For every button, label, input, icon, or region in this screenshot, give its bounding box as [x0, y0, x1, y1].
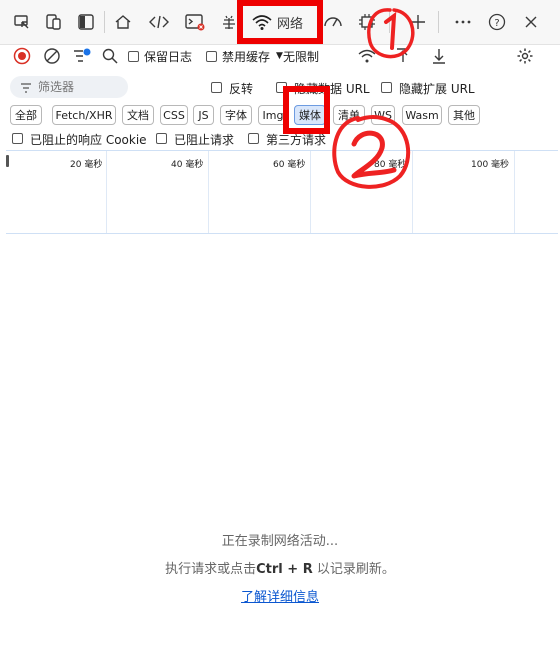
invert-checkbox[interactable]: [211, 82, 222, 93]
blocked-cookies-checkbox[interactable]: [12, 133, 23, 144]
record-stop-icon[interactable]: [10, 44, 34, 68]
preserve-log-label: 保留日志: [144, 49, 193, 64]
toolbar-divider: [104, 11, 105, 33]
type-font-button[interactable]: 字体: [220, 105, 252, 125]
close-icon[interactable]: [519, 10, 543, 34]
hint-prefix: 执行请求或点击: [165, 562, 257, 577]
inspect-element-icon[interactable]: [10, 10, 34, 34]
timeline-tick-label: 20 毫秒: [70, 160, 103, 170]
network-toolbar: 保留日志 禁用缓存 ▼ 无限制: [0, 45, 560, 67]
timeline-left-handle[interactable]: [6, 155, 9, 167]
device-emulation-icon[interactable]: [42, 10, 66, 34]
blocked-requests-label: 已阻止请求: [174, 133, 235, 147]
type-other-button[interactable]: 其他: [448, 105, 480, 125]
hide-extension-url-label: 隐藏扩展 URL: [399, 82, 475, 96]
filter-row: 反转 隐藏数据 URL 隐藏扩展 URL: [0, 74, 560, 102]
annotation-box-media-button: [283, 86, 330, 134]
invert-label: 反转: [229, 82, 254, 96]
elements-code-icon[interactable]: [147, 10, 171, 34]
timeline-tick-label: 40 毫秒: [171, 160, 204, 170]
hide-extension-url-checkbox[interactable]: [381, 82, 392, 93]
third-party-checkbox[interactable]: [248, 133, 259, 144]
throttle-select[interactable]: 无限制: [283, 48, 319, 65]
blocked-cookies-label: 已阻止的响应 Cookie: [30, 133, 147, 147]
welcome-home-icon[interactable]: [111, 10, 135, 34]
sidebar-toggle-icon[interactable]: [74, 10, 98, 34]
annotation-number-two: [332, 115, 410, 189]
filter-icon: [20, 82, 32, 96]
preserve-log-checkbox[interactable]: [128, 50, 139, 62]
timeline-tick-label: 100 毫秒: [471, 160, 510, 170]
disable-cache-label: 禁用缓存: [222, 49, 271, 64]
timeline-tick-label: 60 毫秒: [273, 160, 306, 170]
type-doc-button[interactable]: 文档: [122, 105, 154, 125]
disable-cache-checkbox[interactable]: [206, 50, 218, 62]
hint-suffix: 以记录刷新。: [316, 562, 395, 577]
blocked-filter-row: 已阻止的响应 Cookie 已阻止请求 第三方请求: [0, 130, 560, 148]
timeline-gridline: [208, 151, 209, 233]
annotation-box-network-tab: [237, 0, 323, 44]
learn-more-link[interactable]: 了解详细信息: [0, 586, 560, 605]
throttle-dropdown-icon: ▼: [276, 51, 283, 61]
export-har-icon[interactable]: [427, 44, 451, 68]
svg-text:?: ?: [494, 18, 499, 29]
help-icon[interactable]: ?: [485, 10, 509, 34]
blocked-requests-checkbox[interactable]: [156, 133, 167, 144]
recording-hint: 执行请求或点击Ctrl + R 以记录刷新。: [0, 558, 560, 577]
annotation-number-one: [367, 8, 415, 59]
toolbar-divider: [438, 11, 440, 33]
search-icon[interactable]: [98, 44, 122, 68]
type-fetch-xhr-button[interactable]: Fetch/XHR: [52, 105, 116, 125]
more-options-icon[interactable]: [451, 10, 475, 34]
console-icon[interactable]: [183, 10, 207, 34]
timeline-gridline: [106, 151, 107, 233]
type-all-button[interactable]: 全部: [10, 105, 42, 125]
timeline-gridline: [310, 151, 311, 233]
recording-status-text: 正在录制网络活动...: [221, 534, 339, 549]
filter-settings-icon[interactable]: [70, 44, 94, 68]
type-js-button[interactable]: JS: [193, 105, 214, 125]
resource-type-filter: 全部 Fetch/XHR 文档 CSS JS 字体 Img 媒体 清单 WS W…: [0, 105, 560, 127]
performance-gauge-icon[interactable]: [321, 10, 345, 34]
clear-icon[interactable]: [40, 44, 64, 68]
settings-gear-icon[interactable]: [513, 44, 537, 68]
hint-shortcut: Ctrl + R: [256, 562, 313, 577]
network-overview-timeline[interactable]: 20 毫秒 40 毫秒 60 毫秒 80 毫秒 100 毫秒: [6, 150, 558, 234]
timeline-gridline: [514, 151, 515, 233]
type-css-button[interactable]: CSS: [160, 105, 188, 125]
